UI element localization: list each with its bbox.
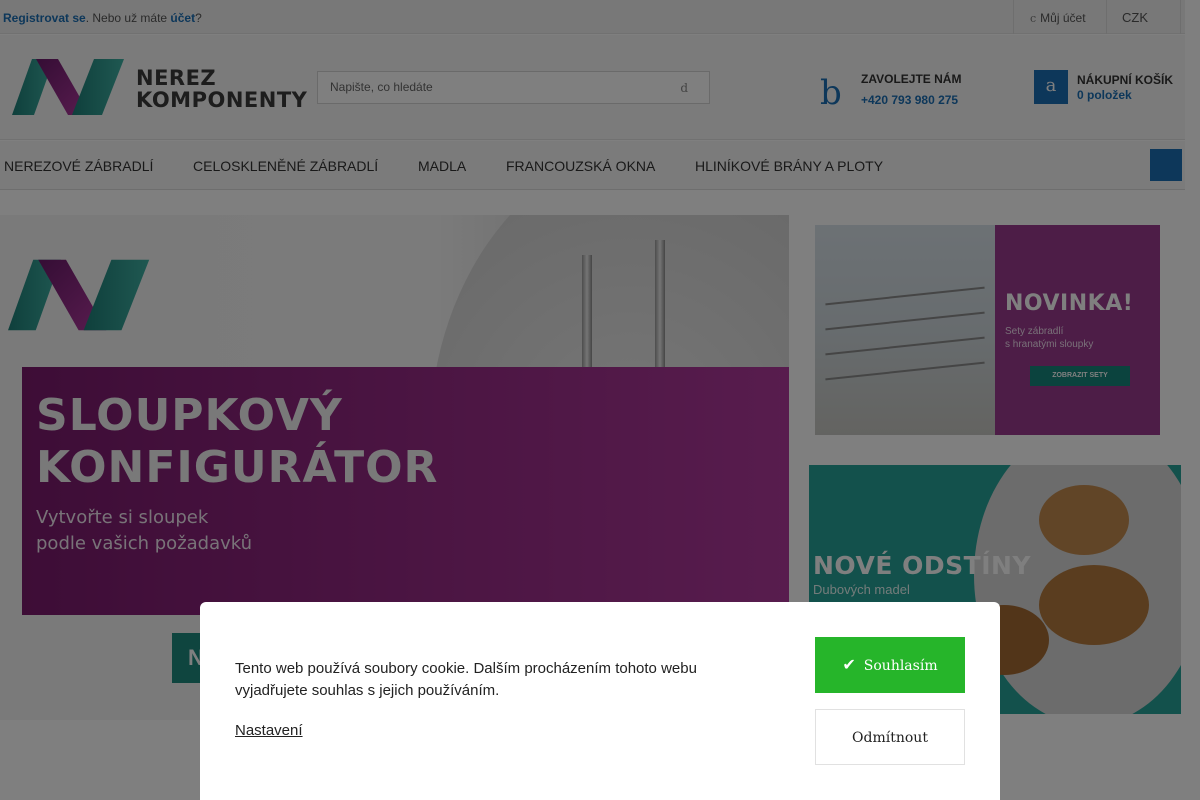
cookie-consent-dialog: Tento web používá soubory cookie. Dalším… — [200, 602, 1000, 800]
checkmark-icon: ✔ — [842, 655, 856, 674]
cookie-message: Tento web používá soubory cookie. Dalším… — [235, 660, 697, 699]
decline-cookies-button[interactable]: Odmítnout — [815, 709, 965, 765]
accept-cookies-label: Souhlasím — [863, 658, 938, 674]
cookie-settings-link[interactable]: Nastavení — [235, 722, 303, 739]
accept-cookies-button[interactable]: ✔ Souhlasím — [815, 637, 965, 693]
